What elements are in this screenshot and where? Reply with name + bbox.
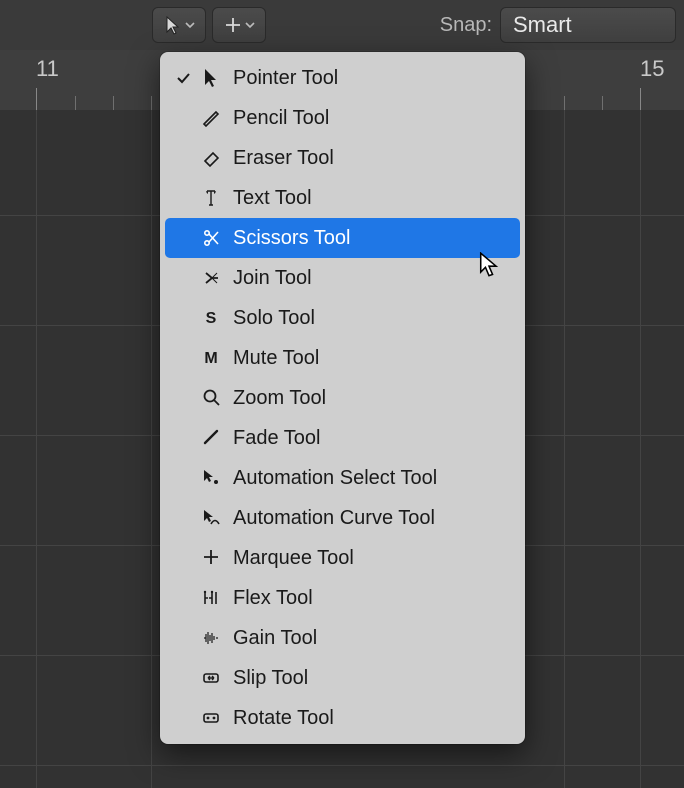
- menu-item-label: Marquee Tool: [233, 547, 511, 570]
- menu-item-solo[interactable]: S Solo Tool: [160, 298, 525, 338]
- menu-item-eraser[interactable]: Eraser Tool: [160, 138, 525, 178]
- menu-item-label: Rotate Tool: [233, 707, 511, 730]
- menu-item-text[interactable]: Text Tool: [160, 178, 525, 218]
- menu-item-label: Zoom Tool: [233, 387, 511, 410]
- menu-item-label: Eraser Tool: [233, 147, 511, 170]
- gain-icon: [196, 627, 226, 649]
- menu-item-mute[interactable]: M Mute Tool: [160, 338, 525, 378]
- menu-item-label: Pencil Tool: [233, 107, 511, 130]
- menu-item-join[interactable]: Join Tool: [160, 258, 525, 298]
- menu-item-label: Automation Curve Tool: [233, 507, 511, 530]
- menu-item-label: Fade Tool: [233, 427, 511, 450]
- menu-item-label: Slip Tool: [233, 667, 511, 690]
- flex-icon: [196, 587, 226, 609]
- menu-item-zoom[interactable]: Zoom Tool: [160, 378, 525, 418]
- fade-icon: [196, 427, 226, 449]
- mute-icon: M: [196, 347, 226, 369]
- scissors-icon: [196, 227, 226, 249]
- solo-icon: S: [196, 307, 226, 329]
- primary-tool-select[interactable]: [152, 7, 206, 43]
- menu-item-marquee[interactable]: Marquee Tool: [160, 538, 525, 578]
- chevron-down-icon: [245, 20, 255, 30]
- menu-item-label: Solo Tool: [233, 307, 511, 330]
- pointer-icon: [196, 67, 226, 89]
- zoom-icon: [196, 387, 226, 409]
- chevron-down-icon: [185, 20, 195, 30]
- auto-curve-icon: [196, 507, 226, 529]
- menu-item-scissors[interactable]: Scissors Tool: [165, 218, 520, 258]
- menu-item-label: Flex Tool: [233, 587, 511, 610]
- marquee-icon: [196, 547, 226, 569]
- menu-item-label: Pointer Tool: [233, 67, 511, 90]
- menu-item-gain[interactable]: Gain Tool: [160, 618, 525, 658]
- check-mark: [170, 70, 196, 86]
- snap-value: Smart: [513, 12, 572, 38]
- rotate-icon: [196, 707, 226, 729]
- menu-item-pointer[interactable]: Pointer Tool: [160, 58, 525, 98]
- menu-item-label: Text Tool: [233, 187, 511, 210]
- marquee-icon: [224, 16, 242, 34]
- tool-menu: Pointer Tool Pencil Tool Eraser Tool Text T…: [160, 52, 525, 744]
- menu-item-auto-select[interactable]: Automation Select Tool: [160, 458, 525, 498]
- menu-item-pencil[interactable]: Pencil Tool: [160, 98, 525, 138]
- menu-item-auto-curve[interactable]: Automation Curve Tool: [160, 498, 525, 538]
- toolbar: Snap: Smart: [0, 0, 684, 51]
- pointer-icon: [164, 15, 182, 35]
- slip-icon: [196, 667, 226, 689]
- menu-item-rotate[interactable]: Rotate Tool: [160, 698, 525, 738]
- pencil-icon: [196, 107, 226, 129]
- svg-text:S: S: [206, 310, 217, 327]
- menu-item-label: Gain Tool: [233, 627, 511, 650]
- menu-item-label: Scissors Tool: [233, 227, 506, 250]
- text-icon: [196, 187, 226, 209]
- menu-item-label: Join Tool: [233, 267, 511, 290]
- snap-select[interactable]: Smart: [500, 7, 676, 43]
- ruler-number: 15: [640, 56, 664, 82]
- menu-item-flex[interactable]: Flex Tool: [160, 578, 525, 618]
- menu-item-label: Mute Tool: [233, 347, 511, 370]
- ruler-number: 11: [36, 56, 59, 82]
- secondary-tool-select[interactable]: [212, 7, 266, 43]
- join-icon: [196, 267, 226, 289]
- snap-label: Snap:: [440, 14, 492, 37]
- svg-text:M: M: [204, 350, 217, 367]
- menu-item-fade[interactable]: Fade Tool: [160, 418, 525, 458]
- menu-item-slip[interactable]: Slip Tool: [160, 658, 525, 698]
- auto-select-icon: [196, 467, 226, 489]
- eraser-icon: [196, 147, 226, 169]
- menu-item-label: Automation Select Tool: [233, 467, 511, 490]
